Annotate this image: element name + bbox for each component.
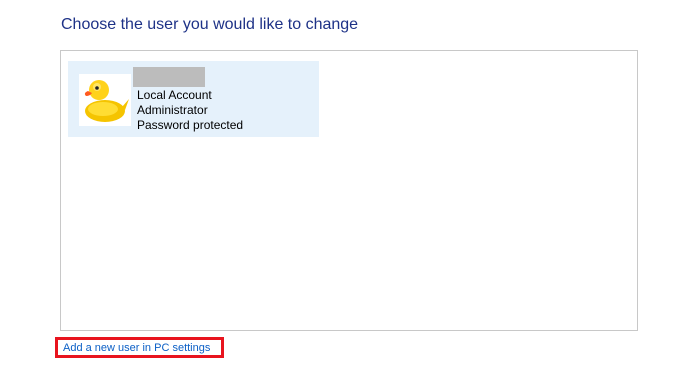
account-role-label: Administrator bbox=[137, 103, 208, 117]
highlight-box: Add a new user in PC settings bbox=[55, 337, 224, 358]
rubber-duck-icon bbox=[79, 74, 131, 126]
password-status-label: Password protected bbox=[137, 118, 244, 132]
redacted-username bbox=[133, 67, 205, 87]
account-type-label: Local Account bbox=[137, 88, 212, 102]
user-list-panel: Local Account Administrator Password pro… bbox=[60, 50, 638, 331]
user-tile[interactable]: Local Account Administrator Password pro… bbox=[68, 61, 319, 137]
manage-accounts-page: Choose the user you would like to change bbox=[0, 0, 688, 380]
add-user-link[interactable]: Add a new user in PC settings bbox=[63, 342, 210, 355]
page-title: Choose the user you would like to change bbox=[61, 16, 359, 33]
